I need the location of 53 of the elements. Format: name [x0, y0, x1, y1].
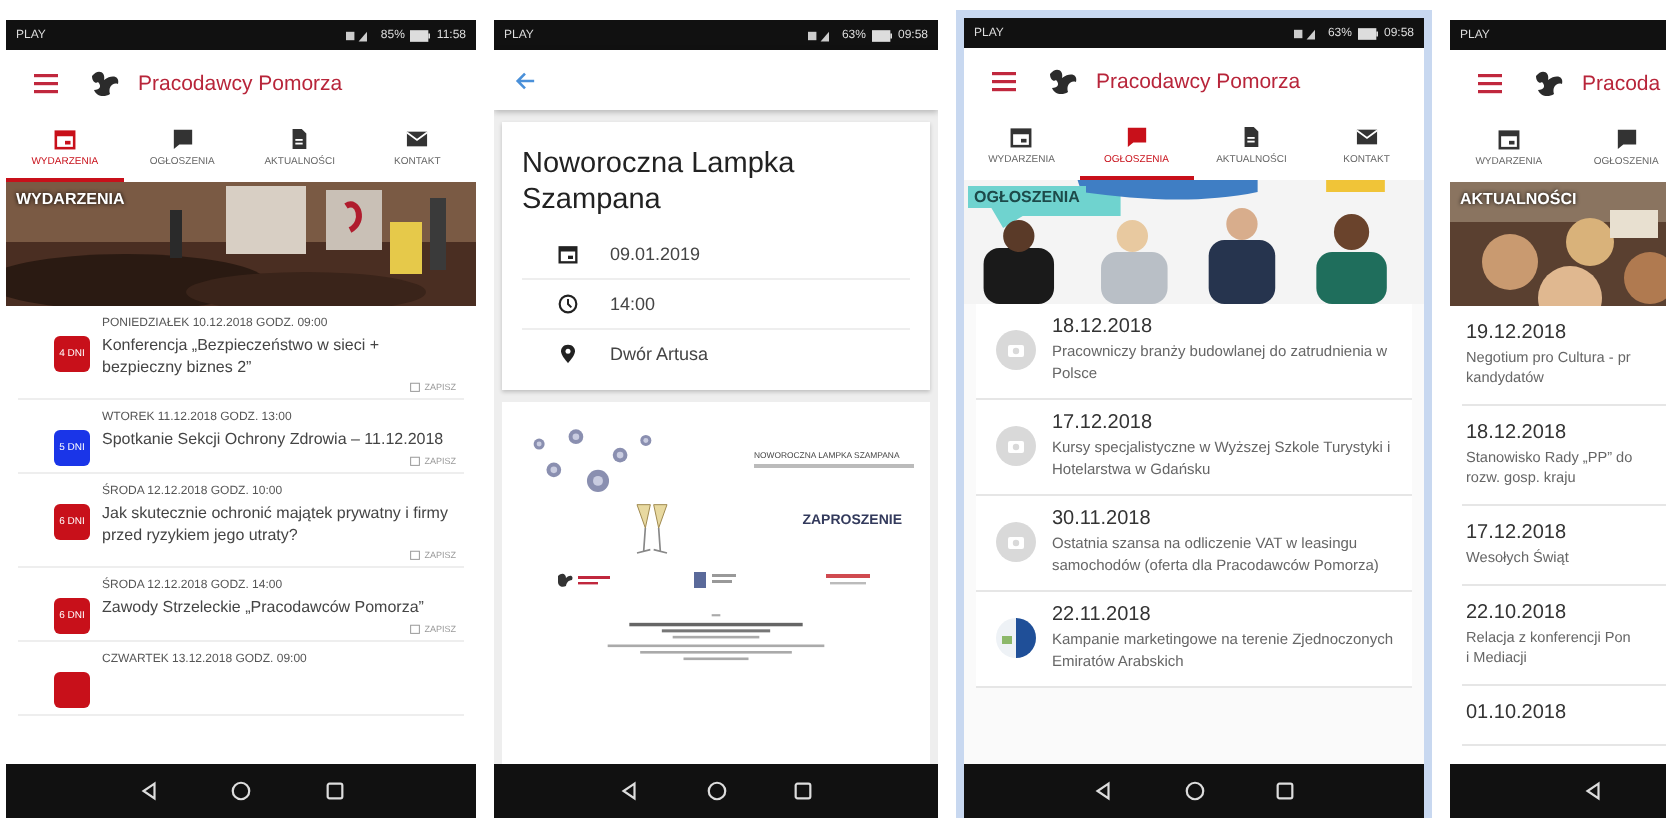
menu-icon[interactable]: [1478, 74, 1502, 94]
back-icon[interactable]: [1092, 780, 1115, 802]
banner-title: WYDARZENIA: [16, 190, 125, 208]
document-icon: [288, 128, 311, 150]
detail-text: 14:00: [610, 294, 656, 314]
back-icon[interactable]: [137, 780, 159, 802]
chat-icon: [1615, 128, 1638, 150]
app-title: Pracoda: [1582, 72, 1661, 96]
back-icon[interactable]: [1581, 780, 1603, 802]
battery-icon: [410, 29, 431, 41]
camera-icon: [996, 522, 1036, 562]
camera-icon: [996, 426, 1036, 466]
news-date: 17.12.2018: [1466, 522, 1569, 544]
app-title: Pracodawcy Pomorza: [1096, 70, 1301, 94]
battery-icon: [871, 29, 892, 41]
mail-icon: [1355, 126, 1378, 148]
notice-date: 22.11.2018: [1052, 604, 1153, 626]
banner-title: OGŁOSZENIA: [968, 186, 1086, 208]
event-title[interactable]: Spotkanie Sekcji Ochrony Zdrowia – 11.12.2018: [102, 430, 456, 451]
recents-icon[interactable]: [323, 780, 345, 802]
camera-icon: [996, 330, 1036, 370]
menu-icon[interactable]: [992, 72, 1016, 92]
event-title[interactable]: Zawody Strzeleckie „Pracodawców Pomorza”: [102, 598, 456, 619]
mail-icon: [406, 128, 429, 150]
recents-icon[interactable]: [1273, 780, 1296, 802]
menu-icon[interactable]: [34, 74, 58, 94]
notice-date: 30.11.2018: [1052, 508, 1153, 530]
banner-title: AKTUALNOŚCI: [1460, 190, 1577, 208]
news-date: 22.10.2018: [1466, 602, 1569, 624]
notice-date: 17.12.2018: [1052, 412, 1155, 434]
event-title[interactable]: Konferencja „Bezpieczeństwo w sieci + bezpieczny biznes 2”: [102, 336, 456, 378]
location-pin-icon: [558, 344, 578, 364]
detail-text: 09.01.2019: [610, 244, 701, 264]
event-title: Noworoczna Lampka Szampana: [522, 146, 797, 218]
home-icon[interactable]: [705, 780, 727, 802]
chat-icon: [171, 128, 194, 150]
back-arrow-icon[interactable]: [514, 69, 536, 91]
news-date: 19.12.2018: [1466, 322, 1569, 344]
app-title: Pracodawcy Pomorza: [138, 72, 343, 96]
event-title[interactable]: Jak skutecznie ochronić majątek prywatny i firmy przed ryzykiem jego utraty?: [102, 504, 456, 546]
home-icon[interactable]: [1183, 780, 1205, 802]
chat-icon: [1125, 126, 1148, 148]
recents-icon[interactable]: [791, 780, 814, 802]
news-date: 18.12.2018: [1466, 422, 1569, 444]
back-icon[interactable]: [618, 780, 641, 802]
news-date: 01.10.2018: [1466, 702, 1569, 724]
clock-icon: [558, 294, 578, 314]
home-icon[interactable]: [230, 780, 252, 802]
battery-icon: [1357, 27, 1378, 39]
logo-icon: [554, 570, 614, 590]
notice-date: 18.12.2018: [1052, 316, 1155, 338]
detail-text: Dwór Artusa: [610, 344, 709, 364]
document-icon: [1240, 126, 1263, 148]
